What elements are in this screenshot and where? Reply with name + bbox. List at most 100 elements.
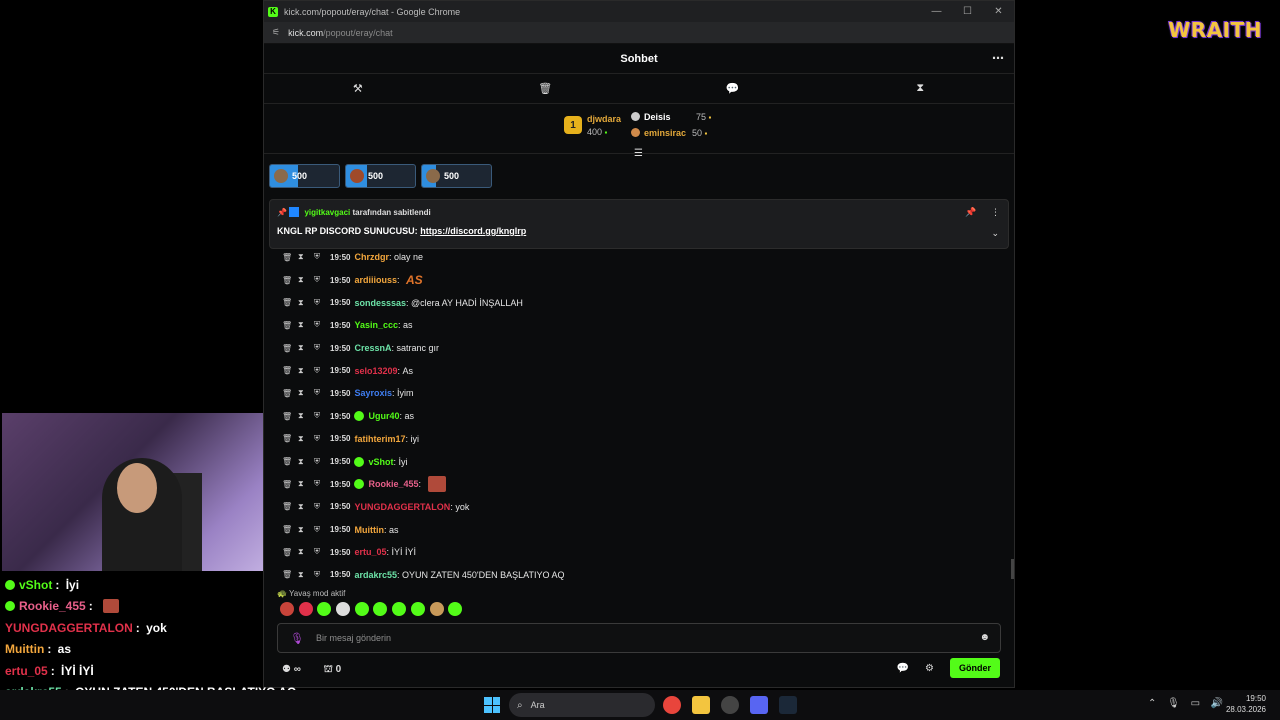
chat-bubble-icon[interactable]: 💬 [703,82,763,95]
ban-shield-icon[interactable]: ⛨ [314,434,330,444]
delete-message-icon[interactable]: 🗑 [282,434,298,443]
file-explorer-icon[interactable] [692,696,710,714]
emote-button[interactable] [373,602,388,616]
chrome-icon[interactable] [663,696,681,714]
timeout-hourglass-icon[interactable]: ⧗ [298,252,314,262]
emoji-picker-icon[interactable]: ☻ [979,632,990,643]
ban-shield-icon[interactable]: ⛨ [314,479,330,489]
ban-shield-icon[interactable]: ⛨ [314,366,330,376]
speedometer-icon[interactable] [721,696,739,714]
timeout-hourglass-icon[interactable]: ⧗ [298,547,314,557]
ban-shield-icon[interactable]: ⛨ [314,411,330,421]
emote-button[interactable] [410,602,425,616]
ban-shield-icon[interactable]: ⛨ [314,343,330,353]
emote-button[interactable] [317,602,332,616]
discord-icon[interactable] [750,696,768,714]
chat-mode-icon[interactable]: 💬 [897,663,909,674]
message-username[interactable]: selo13209 [354,366,397,376]
message-username[interactable]: Ugur40 [368,411,399,421]
message-username[interactable]: Rookie_455 [368,479,418,489]
message-username[interactable]: Yasin_ccc [354,320,398,330]
site-settings-icon[interactable]: ⚟ [272,27,280,38]
message-username[interactable]: Chrzdgr [354,252,389,262]
message-username[interactable]: CressnA [354,343,391,353]
delete-message-icon[interactable]: 🗑 [282,457,298,466]
timeout-hourglass-icon[interactable]: ⧗ [298,320,314,330]
chevron-down-icon[interactable]: ⌄ [991,228,999,239]
send-button[interactable]: Gönder [949,658,1000,678]
delete-message-icon[interactable]: 🗑 [282,548,298,557]
gift-count[interactable]: ⛫ 0 [324,664,352,675]
timeout-hourglass-icon[interactable]: ⧗ [298,388,314,398]
timeout-hourglass-icon[interactable]: ⧗ [298,411,314,421]
emote-button[interactable] [429,602,444,616]
taskbar-search[interactable]: ⌕ Ara [509,693,655,717]
delete-message-icon[interactable]: 🗑 [282,321,298,330]
minimize-button[interactable]: — [921,1,952,22]
message-username[interactable]: YUNGDAGGERTALON [354,502,450,512]
volume-icon[interactable]: 🔊 [1211,698,1223,709]
ban-shield-icon[interactable]: ⛨ [314,252,330,262]
timeout-hourglass-icon[interactable]: ⧗ [298,343,314,353]
ban-shield-icon[interactable]: ⛨ [314,275,330,285]
chat-scrollbar[interactable] [1011,559,1014,579]
ban-shield-icon[interactable]: ⛨ [314,298,330,308]
emote-button[interactable] [392,602,407,616]
delete-message-icon[interactable]: 🗑 [282,253,298,262]
ban-shield-icon[interactable]: ⛨ [314,570,330,580]
trash-icon[interactable]: 🗑 [515,82,575,95]
ban-shield-icon[interactable]: ⛨ [314,457,330,467]
delete-message-icon[interactable]: 🗑 [282,298,298,307]
ban-shield-icon[interactable]: ⛨ [314,502,330,512]
timeout-hourglass-icon[interactable]: ⧗ [298,457,314,467]
leaderboard-entry[interactable]: Deisis [631,112,671,122]
discord-link[interactable]: https://discord.gg/knglrp [420,226,526,236]
delete-message-icon[interactable]: 🗑 [282,389,298,398]
emote-button[interactable] [448,602,463,616]
ban-shield-icon[interactable]: ⛨ [314,547,330,557]
settings-gear-icon[interactable]: ⚙ [925,663,934,674]
timeout-hourglass-icon[interactable]: ⧗ [298,366,314,376]
hourglass-icon[interactable]: ⧗ [890,82,950,95]
message-username[interactable]: Muittin [354,525,384,535]
message-username[interactable]: ardiiiouss [354,275,397,285]
message-username[interactable]: sondesssas [354,298,406,308]
gift-bar[interactable]: 500 [421,164,492,188]
ban-shield-icon[interactable]: ⛨ [314,320,330,330]
message-username[interactable]: fatihterim17 [354,434,405,444]
message-username[interactable]: vShot [368,457,393,467]
delete-message-icon[interactable]: 🗑 [282,412,298,421]
maximize-button[interactable]: ☐ [952,1,983,22]
delete-message-icon[interactable]: 🗑 [282,502,298,511]
timeout-hourglass-icon[interactable]: ⧗ [298,502,314,512]
leaderboard-entry[interactable]: eminsirac [631,128,686,138]
network-icon[interactable]: ▭ [1191,698,1200,709]
gift-bar[interactable]: 500 [269,164,340,188]
message-input[interactable]: 🎙 Bir mesaj gönderin ☻ [277,623,1001,653]
timeout-hourglass-icon[interactable]: ⧗ [298,525,314,535]
delete-message-icon[interactable]: 🗑 [282,480,298,489]
timeout-hourglass-icon[interactable]: ⧗ [298,275,314,285]
ban-shield-icon[interactable]: ⛨ [314,525,330,535]
system-clock[interactable]: 19:50 28.03.2026 [1226,693,1266,715]
ban-hammer-icon[interactable]: ⚒ [328,82,388,95]
top-gifter-name[interactable]: djwdara [587,114,621,124]
timeout-hourglass-icon[interactable]: ⧗ [298,479,314,489]
close-button[interactable]: ✕ [983,1,1014,22]
delete-message-icon[interactable]: 🗑 [282,366,298,375]
emote-button[interactable] [354,602,369,616]
delete-message-icon[interactable]: 🗑 [282,525,298,534]
tray-chevron-icon[interactable]: ⌃ [1148,698,1156,709]
message-username[interactable]: ardakrc55 [354,570,397,580]
pinned-more-icon[interactable]: ⋮ [991,207,1000,217]
emote-button[interactable] [336,602,351,616]
delete-message-icon[interactable]: 🗑 [282,276,298,285]
emote-button[interactable] [298,602,313,616]
message-username[interactable]: Sayroxis [354,388,392,398]
ban-shield-icon[interactable]: ⛨ [314,388,330,398]
gift-bar[interactable]: 500 [345,164,416,188]
more-options-icon[interactable]: ⋯ [992,51,1004,65]
timeout-hourglass-icon[interactable]: ⧗ [298,570,314,580]
address-bar[interactable]: ⚟ kick.com/popout/eray/chat [264,22,1014,44]
unpin-icon[interactable]: 📌 [965,207,976,217]
